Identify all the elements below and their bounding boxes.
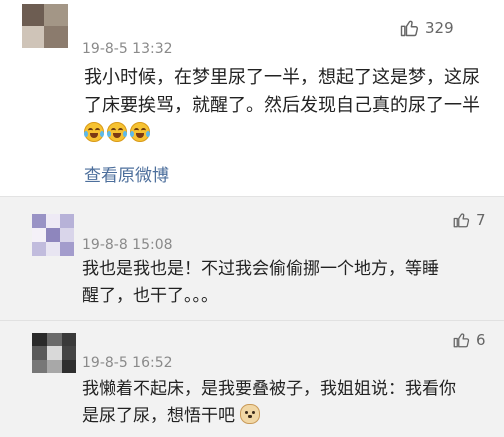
reply-body: 我懒着不起床，是我要叠被子，我姐姐说：我看你是尿了尿，想悟干吧 [82, 379, 456, 426]
comment-body: 我小时候，在梦里尿了一半，想起了这是梦，这尿了床要挨骂，就醒了。然后发现自己真的… [84, 67, 480, 116]
doge-emoji [240, 404, 261, 424]
avatar-pixel [60, 228, 74, 242]
laughing-crying-emoji [84, 122, 104, 142]
main-comment: 19-8-5 13:32 329 我小时候，在梦里尿了一半，想起了这是梦，这尿了… [0, 0, 504, 196]
avatar-pixel [22, 26, 44, 48]
like-button[interactable]: 6 [452, 331, 486, 349]
thumbs-up-icon [453, 333, 470, 348]
avatar-pixel [32, 333, 47, 346]
avatar-pixel [46, 228, 60, 242]
avatar-pixel [32, 214, 46, 228]
thumbs-up-icon [400, 20, 419, 37]
avatar-pixel [47, 333, 62, 346]
like-count: 7 [476, 211, 486, 229]
comment-text: 我小时候，在梦里尿了一半，想起了这是梦，这尿了床要挨骂，就醒了。然后发现自己真的… [84, 64, 480, 148]
avatar[interactable] [32, 214, 74, 256]
view-original-weibo-link[interactable]: 查看原微博 [84, 161, 169, 186]
avatar-pixel [44, 4, 68, 26]
avatar[interactable] [22, 4, 68, 48]
avatar-pixel [46, 214, 60, 228]
reply-text: 我也是我也是！不过我会偷偷挪一个地方，等睡醒了，也干了。。。 [82, 259, 439, 306]
like-button[interactable]: 7 [452, 211, 486, 229]
avatar-pixel [46, 242, 60, 256]
laughing-crying-emoji [130, 122, 150, 142]
thumbs-up-icon [453, 213, 470, 228]
comment-timestamp: 19-8-5 13:32 [82, 41, 173, 57]
reply-text: 我懒着不起床，是我要叠被子，我姐姐说：我看你是尿了尿，想悟干吧 [82, 376, 472, 430]
avatar-pixel [60, 242, 74, 256]
avatar-pixel [44, 26, 68, 48]
avatar-pixel [47, 346, 62, 360]
avatar-pixel [62, 333, 76, 346]
reply-timestamp: 19-8-8 15:08 [82, 237, 173, 253]
like-button[interactable]: 329 [399, 18, 454, 38]
avatar-pixel [60, 214, 74, 228]
divider [0, 320, 504, 321]
avatar-pixel [32, 242, 46, 256]
avatar-pixel [32, 346, 47, 360]
avatar-pixel [32, 228, 46, 242]
avatar-pixel [22, 4, 44, 26]
like-count: 6 [476, 331, 486, 349]
avatar-pixel [32, 360, 47, 373]
avatar-pixel [47, 360, 62, 373]
reply-timestamp: 19-8-5 16:52 [82, 355, 173, 371]
avatar-pixel [62, 360, 76, 373]
avatar-pixel [62, 346, 76, 360]
laughing-crying-emoji [107, 122, 127, 142]
avatar[interactable] [32, 333, 76, 373]
like-count: 329 [425, 19, 454, 37]
